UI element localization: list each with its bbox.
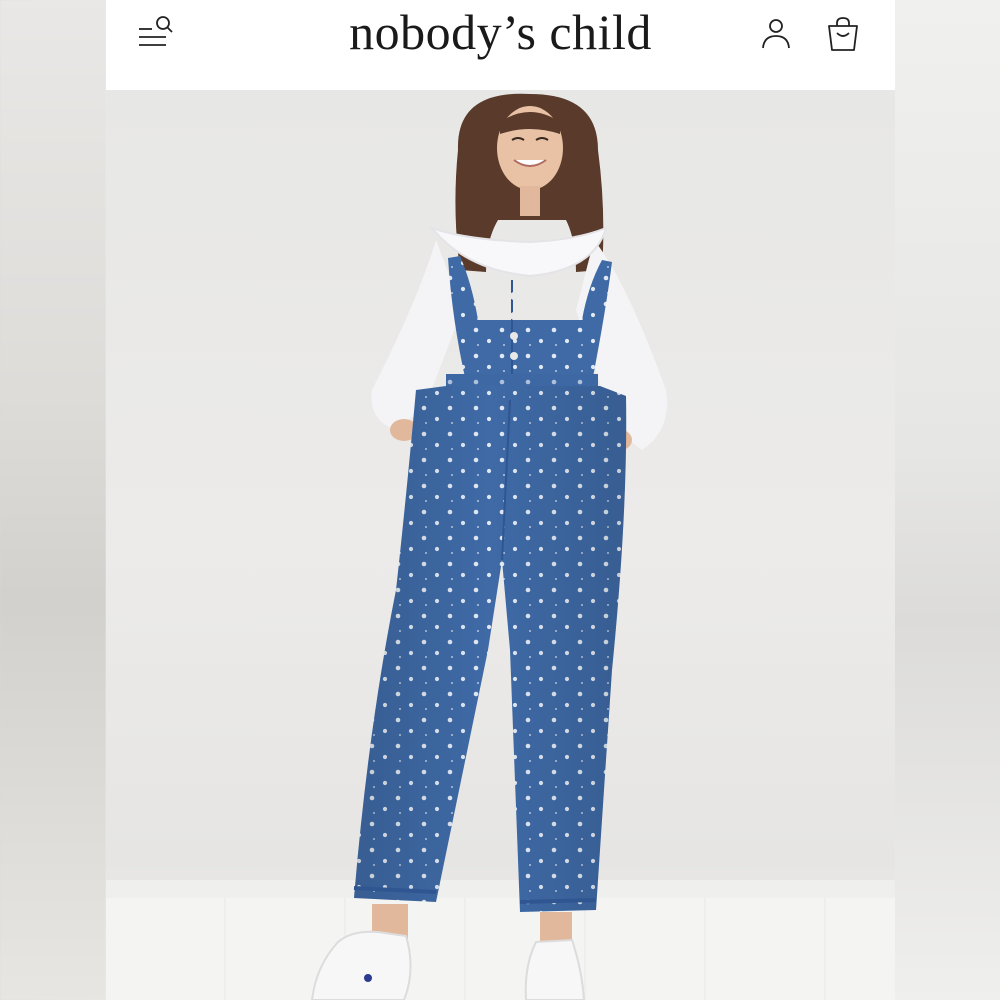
background-blur-right — [895, 0, 1000, 1000]
hero-image — [106, 90, 895, 1000]
shopping-bag-icon[interactable] — [823, 14, 863, 54]
site-header: nobody’s child — [106, 0, 895, 90]
background-blur-left — [0, 0, 106, 1000]
screenshot-frame: nobody’s child — [106, 0, 895, 1000]
user-icon[interactable] — [756, 14, 796, 54]
model-figure — [310, 93, 667, 1000]
